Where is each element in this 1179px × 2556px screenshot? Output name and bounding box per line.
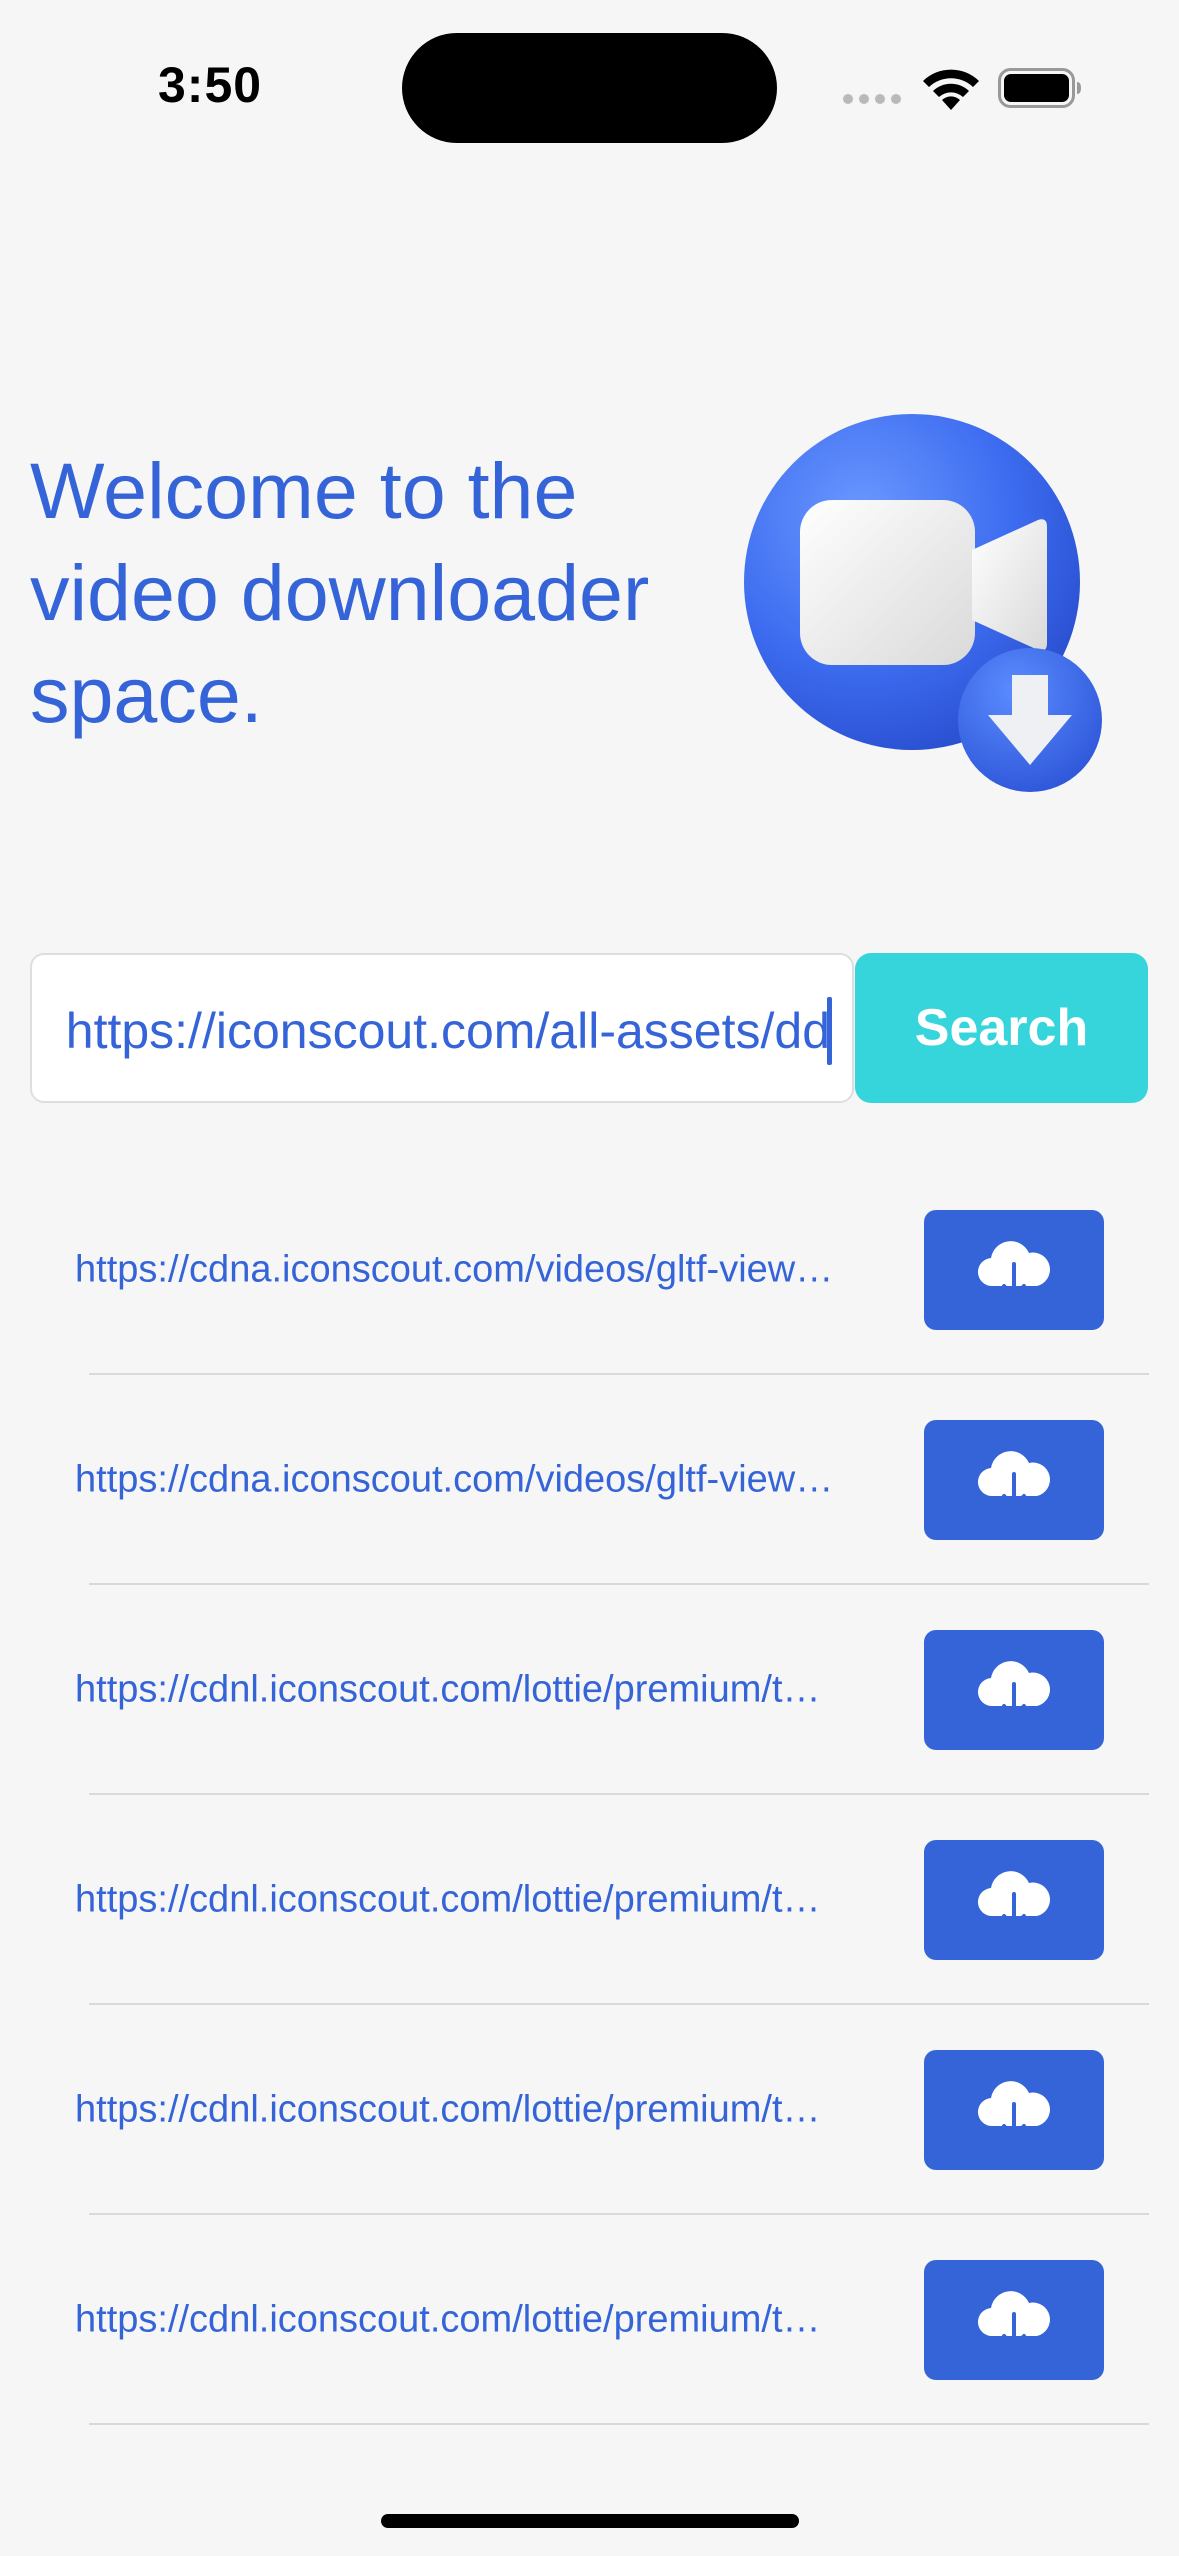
result-url[interactable]: https://cdnl.iconscout.com/lottie/premiu… bbox=[75, 2089, 905, 2132]
list-item: https://cdnl.iconscout.com/lottie/premiu… bbox=[0, 1585, 1179, 1795]
cloud-download-icon bbox=[977, 1871, 1050, 1928]
cloud-download-icon bbox=[977, 2081, 1050, 2138]
dynamic-island bbox=[402, 33, 777, 143]
list-item: https://cdnl.iconscout.com/lottie/premiu… bbox=[0, 2215, 1179, 2425]
search-button[interactable]: Search bbox=[855, 953, 1148, 1103]
list-item: https://cdna.iconscout.com/videos/gltf-v… bbox=[0, 1375, 1179, 1585]
result-url[interactable]: https://cdna.iconscout.com/videos/gltf-v… bbox=[75, 1459, 905, 1502]
download-button[interactable] bbox=[924, 2260, 1104, 2380]
cloud-download-icon bbox=[977, 1451, 1050, 1508]
wifi-icon bbox=[923, 69, 979, 110]
cloud-download-icon bbox=[977, 1241, 1050, 1298]
cloud-download-icon bbox=[977, 1661, 1050, 1718]
text-caret bbox=[827, 997, 832, 1065]
cellular-signal-icon bbox=[843, 94, 901, 104]
result-url[interactable]: https://cdnl.iconscout.com/lottie/premiu… bbox=[75, 2299, 905, 2342]
cloud-download-icon bbox=[977, 2291, 1050, 2348]
list-item: https://cdnl.iconscout.com/lottie/premiu… bbox=[0, 1795, 1179, 2005]
result-url[interactable]: https://cdna.iconscout.com/videos/gltf-v… bbox=[75, 1249, 905, 1292]
welcome-heading: Welcome to the video downloader space. bbox=[30, 446, 650, 739]
video-camera-download-icon bbox=[744, 414, 1102, 792]
download-button[interactable] bbox=[924, 2050, 1104, 2170]
download-button[interactable] bbox=[924, 1630, 1104, 1750]
download-button[interactable] bbox=[924, 1420, 1104, 1540]
list-item: https://cdna.iconscout.com/videos/gltf-v… bbox=[0, 1165, 1179, 1375]
result-url[interactable]: https://cdnl.iconscout.com/lottie/premiu… bbox=[75, 1669, 905, 1712]
list-item: https://cdnl.iconscout.com/lottie/premiu… bbox=[0, 2005, 1179, 2215]
download-button[interactable] bbox=[924, 1210, 1104, 1330]
download-button[interactable] bbox=[924, 1840, 1104, 1960]
status-time: 3:50 bbox=[158, 57, 263, 113]
battery-icon bbox=[998, 68, 1081, 108]
url-input[interactable]: https://iconscout.com/all-assets/dd bbox=[30, 953, 854, 1103]
url-input-value: https://iconscout.com/all-assets/dd bbox=[65, 1003, 830, 1059]
result-url[interactable]: https://cdnl.iconscout.com/lottie/premiu… bbox=[75, 1879, 905, 1922]
divider bbox=[89, 2423, 1149, 2425]
home-indicator[interactable] bbox=[381, 2514, 799, 2528]
